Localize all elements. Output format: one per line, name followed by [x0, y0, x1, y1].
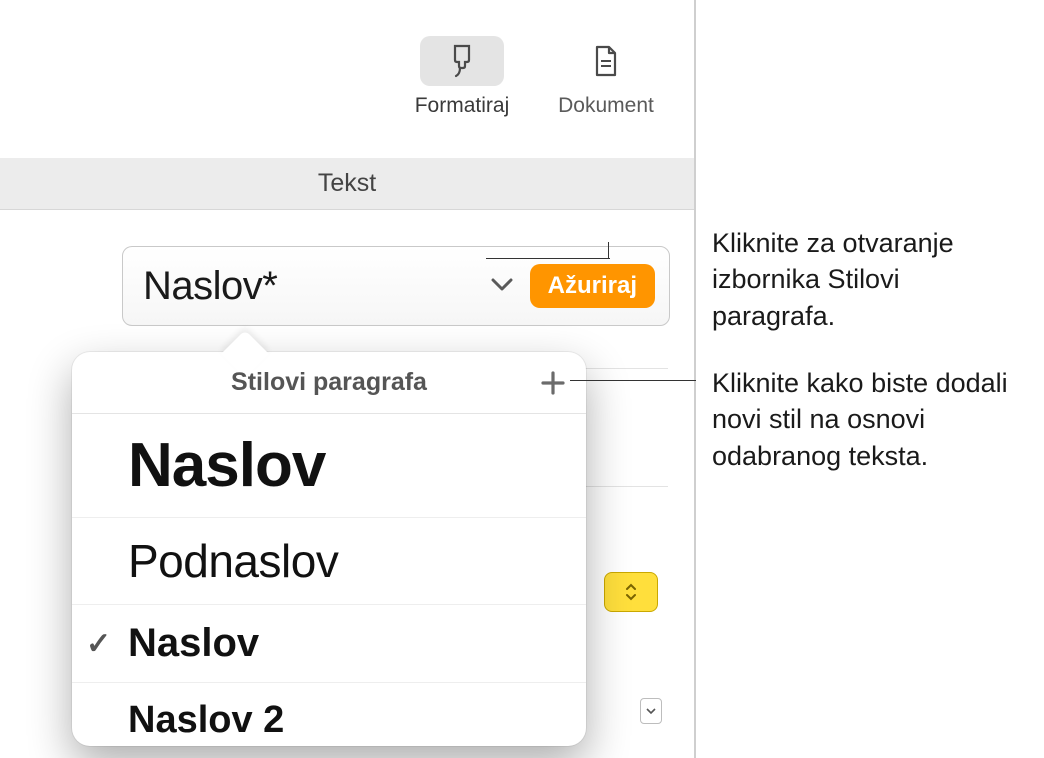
- paragraph-styles-popover: Stilovi paragrafa Naslov Podnaslov ✓ Nas…: [72, 352, 586, 746]
- popover-header: Stilovi paragrafa: [72, 352, 586, 414]
- plus-icon: [539, 369, 567, 397]
- text-tab[interactable]: Tekst: [0, 158, 694, 210]
- callout-line: [608, 242, 609, 258]
- document-tool-button[interactable]: Dokument: [546, 36, 666, 118]
- style-item-label: Naslov: [128, 431, 325, 500]
- current-style-name: Naslov*: [143, 264, 474, 309]
- update-style-button[interactable]: Ažuriraj: [530, 264, 655, 308]
- brush-icon: [420, 36, 504, 86]
- chevron-down-icon: [490, 276, 514, 297]
- document-icon: [564, 36, 648, 86]
- style-item-subtitle[interactable]: Podnaslov: [72, 518, 586, 605]
- color-dropdown[interactable]: [604, 572, 658, 612]
- style-item-label: Naslov: [128, 621, 259, 665]
- popover-title: Stilovi paragrafa: [231, 368, 427, 397]
- style-item-label: Naslov 2: [128, 699, 284, 741]
- check-icon: ✓: [86, 626, 111, 661]
- toolbar: Formatiraj Dokument: [0, 0, 694, 158]
- style-item-title[interactable]: Naslov: [72, 414, 586, 518]
- style-item-heading2[interactable]: Naslov 2: [72, 683, 586, 746]
- callout-line: [486, 258, 610, 259]
- callout-chevron: Kliknite za otvaranje izbornika Stilovi …: [712, 225, 1022, 334]
- style-item-heading[interactable]: ✓ Naslov: [72, 605, 586, 683]
- format-tool-button[interactable]: Formatiraj: [402, 36, 522, 118]
- style-item-label: Podnaslov: [128, 535, 338, 587]
- style-list: Naslov Podnaslov ✓ Naslov Naslov 2: [72, 414, 586, 746]
- text-tab-label: Tekst: [318, 169, 376, 198]
- format-sidebar: Formatiraj Dokument Tekst Naslov* Ažurir…: [0, 0, 696, 758]
- format-tool-label: Formatiraj: [415, 94, 510, 118]
- add-style-button[interactable]: [534, 364, 572, 402]
- callout-plus: Kliknite kako biste dodali novi stil na …: [712, 365, 1032, 474]
- mini-dropdown[interactable]: [640, 698, 662, 724]
- callout-line: [570, 380, 696, 381]
- document-tool-label: Dokument: [558, 94, 654, 118]
